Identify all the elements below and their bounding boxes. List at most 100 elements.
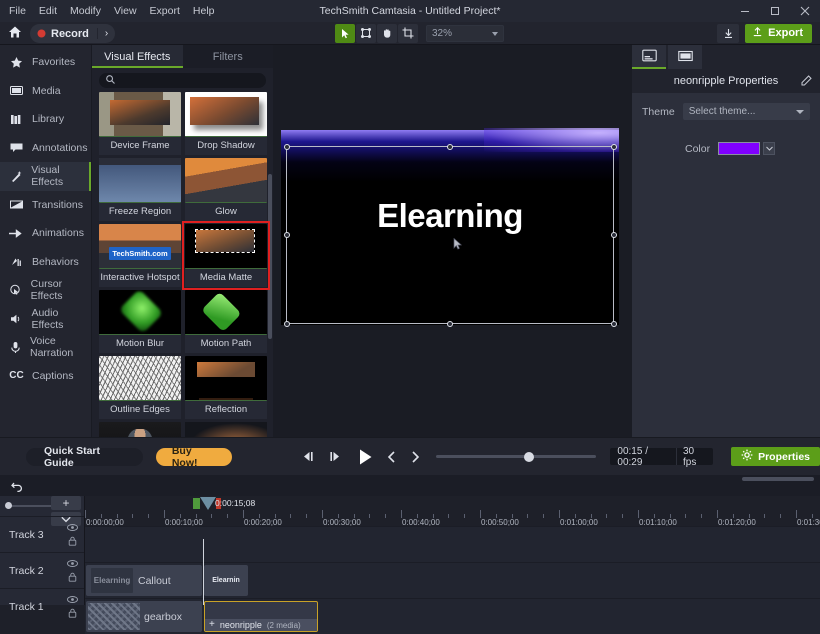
sidebar-item-media[interactable]: Media — [0, 77, 91, 106]
minimize-button[interactable] — [730, 0, 760, 22]
timeline-ruler[interactable]: 0:00:00;00 0:00:10;00 0:00:20;00 0:00:30;00… — [85, 496, 820, 526]
handle-top-left[interactable] — [283, 143, 290, 150]
playhead-handle[interactable] — [200, 497, 216, 510]
sidebar-item-behaviors[interactable]: Behaviors — [0, 248, 91, 277]
handle-bottom-right[interactable] — [610, 320, 617, 327]
eye-icon[interactable] — [67, 522, 78, 534]
effect-card-motion-path[interactable]: Motion Path — [185, 290, 267, 353]
eye-icon[interactable] — [67, 558, 78, 570]
sidebar-item-library[interactable]: Library — [0, 105, 91, 134]
next-frame-button[interactable] — [326, 449, 343, 464]
record-button[interactable]: Record — [30, 28, 97, 40]
maximize-button[interactable] — [760, 0, 790, 22]
track-lane-1[interactable]: gearbox + neonripple (2 media) — [85, 598, 820, 634]
tab-media[interactable] — [668, 45, 702, 69]
effect-card-device-frame[interactable]: Device Frame — [99, 92, 181, 155]
record-dropdown-button[interactable]: › — [96, 28, 115, 39]
effects-search-box[interactable] — [99, 73, 266, 88]
clip-gearbox[interactable]: gearbox — [86, 601, 202, 632]
tab-visual-effects[interactable]: Visual Effects — [92, 45, 183, 68]
plus-icon[interactable]: + — [209, 620, 215, 630]
record-button-group[interactable]: Record › — [30, 24, 116, 43]
hand-tool[interactable] — [377, 23, 397, 43]
canvas-area[interactable]: Elearning — [273, 45, 632, 437]
sidebar-item-voice-narration[interactable]: Voice Narration — [0, 333, 91, 362]
close-button[interactable] — [790, 0, 820, 22]
effect-card-outline-edges[interactable]: Outline Edges — [99, 356, 181, 419]
buy-now-button[interactable]: Buy Now! — [155, 445, 232, 469]
pointer-tool[interactable] — [335, 23, 355, 43]
tab-filters[interactable]: Filters — [182, 45, 273, 68]
clip-neonripple[interactable]: + neonripple (2 media) — [204, 601, 318, 632]
effect-card-spotlight[interactable]: Spotlight — [185, 422, 267, 437]
lock-icon[interactable] — [68, 608, 77, 621]
sidebar-item-audio-effects[interactable]: Audio Effects — [0, 305, 91, 334]
effect-card-drop-shadow[interactable]: Drop Shadow — [185, 92, 267, 155]
crop-tool[interactable] — [398, 23, 418, 43]
video-canvas[interactable]: Elearning — [281, 128, 619, 327]
theme-select[interactable]: Select theme... — [682, 103, 810, 120]
quick-start-guide-button[interactable]: Quick Start Guide — [26, 445, 143, 469]
menu-item-export[interactable]: Export — [150, 5, 180, 17]
handle-middle-left[interactable] — [283, 231, 290, 238]
previous-marker-button[interactable] — [385, 450, 399, 464]
effect-card-motion-blur[interactable]: Motion Blur — [99, 290, 181, 353]
effect-card-freeze-region[interactable]: Freeze Region — [99, 158, 181, 221]
download-button[interactable] — [717, 23, 740, 43]
menu-item-view[interactable]: View — [114, 5, 137, 17]
track-header-track-3[interactable]: Track 3 — [0, 516, 84, 552]
play-button[interactable] — [352, 445, 376, 469]
sidebar-item-captions[interactable]: CC Captions — [0, 362, 91, 391]
next-marker-button[interactable] — [408, 450, 422, 464]
search-input[interactable] — [120, 75, 259, 86]
export-button[interactable]: Export — [745, 23, 812, 43]
tab-properties[interactable] — [632, 45, 666, 69]
effect-card-remove-a-color[interactable]: Remove a Color — [99, 422, 181, 437]
edit-points-tool[interactable] — [356, 23, 376, 43]
edit-pencil-icon[interactable] — [801, 75, 812, 89]
lock-icon[interactable] — [68, 536, 77, 549]
track-lane-2[interactable]: Elearning Callout Elearnin — [85, 562, 820, 598]
effect-card-glow[interactable]: Glow — [185, 158, 267, 221]
clip-elearning[interactable]: Elearnin — [204, 565, 248, 596]
handle-middle-right[interactable] — [610, 231, 617, 238]
playback-scrubber[interactable] — [435, 451, 597, 462]
handle-top-right[interactable] — [610, 143, 617, 150]
track-lane-3[interactable] — [85, 526, 820, 562]
scrubber-knob[interactable] — [523, 451, 534, 462]
home-icon[interactable] — [8, 25, 22, 42]
sidebar-item-annotations[interactable]: Annotations — [0, 134, 91, 163]
sidebar-item-transitions[interactable]: Transitions — [0, 191, 91, 220]
timeline-horizontal-scrollbar[interactable] — [742, 477, 814, 481]
track-header-track-2[interactable]: Track 2 — [0, 552, 84, 588]
selection-box[interactable] — [283, 143, 617, 327]
previous-frame-button[interactable] — [300, 449, 317, 464]
sidebar-item-favorites[interactable]: Favorites — [0, 48, 91, 77]
effect-card-interactive-hotspot[interactable]: Interactive Hotspot — [99, 224, 181, 287]
menu-item-file[interactable]: File — [9, 5, 26, 17]
properties-toggle-button[interactable]: Properties — [731, 447, 820, 466]
sidebar-item-visual-effects[interactable]: Visual Effects — [0, 162, 91, 191]
add-track-button[interactable]: + — [51, 496, 81, 510]
effects-scrollbar[interactable] — [268, 174, 272, 339]
color-dropdown-button[interactable] — [763, 142, 776, 155]
menu-item-edit[interactable]: Edit — [39, 5, 57, 17]
handle-bottom-center[interactable] — [446, 320, 453, 327]
zoom-level-select[interactable]: 32% — [426, 24, 504, 42]
timeline-zoom-knob[interactable] — [5, 502, 12, 509]
menu-item-help[interactable]: Help — [193, 5, 215, 17]
lock-icon[interactable] — [68, 572, 77, 585]
menu-item-modify[interactable]: Modify — [70, 5, 101, 17]
undo-button[interactable] — [6, 477, 28, 495]
color-swatch[interactable] — [718, 142, 761, 155]
sidebar-item-cursor-effects[interactable]: Cursor Effects — [0, 276, 91, 305]
effect-card-reflection[interactable]: Reflection — [185, 356, 267, 419]
ruler-tick — [401, 510, 402, 518]
clip-callout[interactable]: Elearning Callout — [86, 565, 202, 596]
eye-icon[interactable] — [67, 594, 78, 606]
track-header-track-1[interactable]: Track 1 — [0, 588, 84, 624]
handle-bottom-left[interactable] — [283, 320, 290, 327]
handle-top-center[interactable] — [446, 143, 453, 150]
sidebar-item-animations[interactable]: Animations — [0, 219, 91, 248]
effect-card-media-matte[interactable]: Media Matte — [182, 221, 270, 290]
